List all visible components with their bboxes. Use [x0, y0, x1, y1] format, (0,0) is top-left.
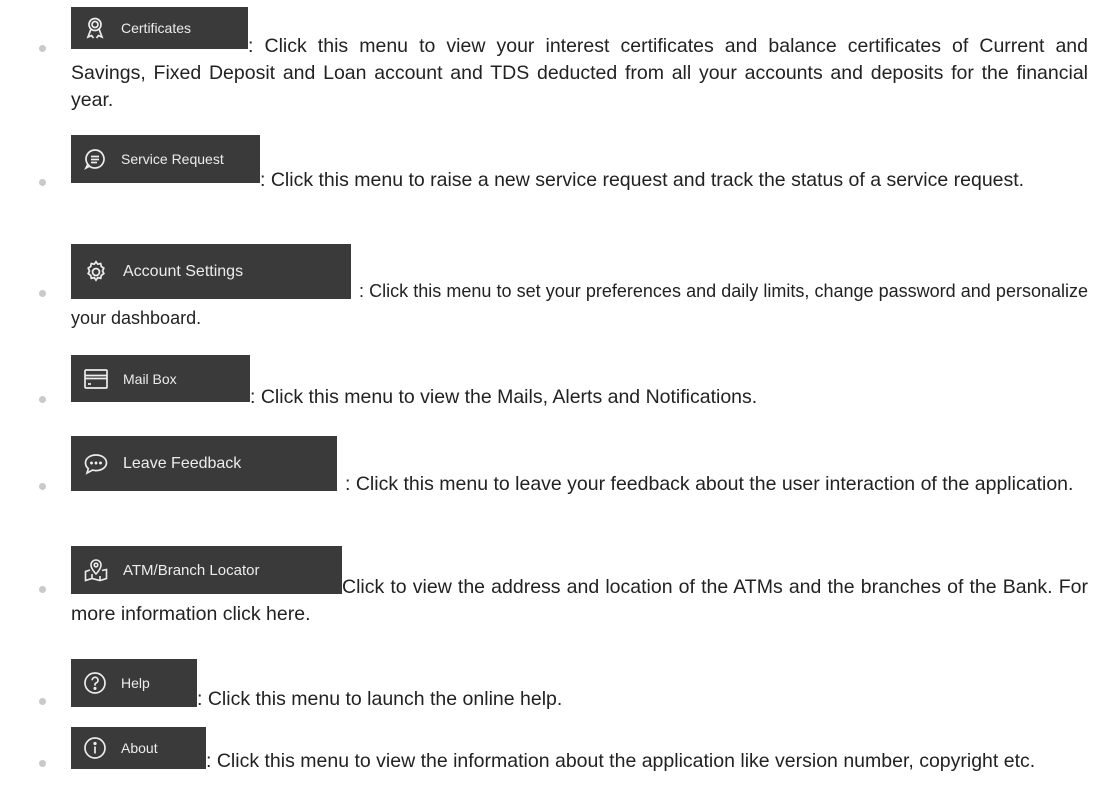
menu-label: Leave Feedback	[123, 454, 242, 472]
bullet	[39, 179, 46, 186]
bullet	[39, 586, 46, 593]
menu-description: : Click this menu to view the informatio…	[206, 750, 1036, 772]
menu-description: : Click this menu to leave your feedback…	[345, 473, 1074, 495]
bullet	[39, 396, 46, 403]
bullet	[39, 698, 46, 705]
menu-description: : Click this menu to raise a new service…	[260, 169, 1025, 191]
menu-description: Click to view the address and location o…	[71, 576, 1088, 625]
menu-description: : Click this menu to view your interest …	[71, 35, 1088, 111]
bullet	[39, 290, 46, 297]
menu-label: Service Request	[121, 151, 224, 167]
bullet	[39, 483, 46, 490]
menu-description: : Click this menu to set your preference…	[71, 281, 1088, 328]
menu-description: : Click this menu to view the Mails, Ale…	[250, 386, 758, 408]
bullet	[39, 760, 46, 767]
bullet	[39, 45, 46, 52]
menu-description: : Click this menu to launch the online h…	[197, 688, 563, 710]
